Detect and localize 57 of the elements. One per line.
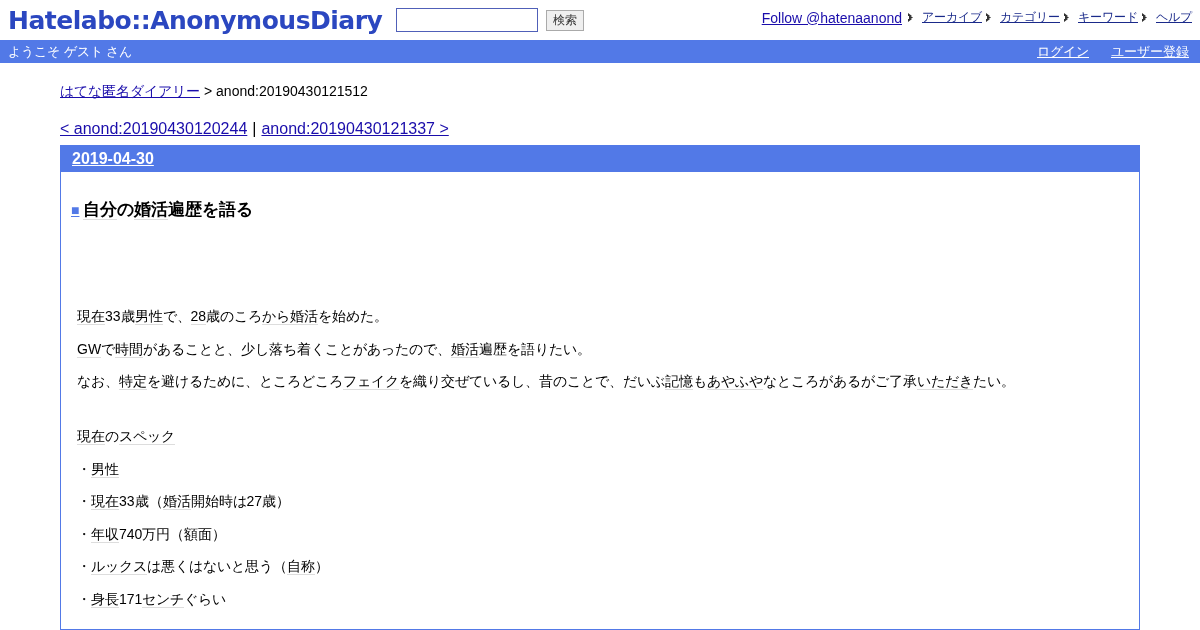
keyword-link[interactable]: 現在 <box>77 428 105 445</box>
keyword-link[interactable]: 男性 <box>134 308 163 325</box>
welcome-text: ようこそ ゲスト さん <box>8 42 133 61</box>
chevron-icon <box>986 13 992 22</box>
nav-link[interactable]: キーワード <box>1078 9 1138 26</box>
keyword-link[interactable]: から <box>262 308 291 325</box>
keyword-link[interactable]: 現在 <box>77 308 105 325</box>
search-field[interactable] <box>396 8 539 32</box>
breadcrumb-link[interactable]: はてな匿名ダイアリー <box>60 83 200 101</box>
paragraph: 現在33歳男性で、28歳のころから婚活を始めた。 <box>77 307 390 326</box>
keyword-link[interactable]: 時間 <box>115 340 144 358</box>
keyword-link[interactable]: スペック <box>119 428 175 445</box>
search-button[interactable]: 検索 <box>546 9 585 31</box>
site-logo[interactable]: Hatelabo::AnonymousDiary <box>8 5 383 35</box>
keyword-link[interactable]: あやふや <box>707 373 763 390</box>
chevron-icon <box>1142 13 1148 22</box>
paragraph: なお、特定を避けるために、ところどころ フェイク を織り交ぜているし、昔のことで、だいぶ記憶も あやふやなところがあるがご了承いただき たい。 <box>77 372 1016 391</box>
keyword-link[interactable]: いただき <box>917 373 973 390</box>
nav-link[interactable]: アーカイブ <box>922 9 982 26</box>
account-link[interactable]: ユーザー登録 <box>1111 42 1189 61</box>
chevron-icon <box>1064 13 1070 22</box>
keyword-link[interactable]: 婚活 <box>162 493 191 510</box>
nav-link[interactable]: ヘルプ <box>1156 9 1192 26</box>
keyword-link[interactable]: 自分 <box>83 200 118 220</box>
keyword-link[interactable]: 28 <box>190 308 207 325</box>
keyword-link[interactable]: 婚活 <box>134 200 169 220</box>
account-link[interactable]: ログイン <box>1037 42 1089 61</box>
next-link[interactable]: anond:20190430121337 > <box>261 120 449 138</box>
paragraph: ・身長171センチ ぐらい <box>77 589 228 609</box>
permalink-marker[interactable]: ■ <box>71 201 80 218</box>
keyword-link[interactable]: 現在 <box>91 493 119 510</box>
paragraph: GWで時間があることと、少し落ち着くことがあったので、婚活遍歴を語りたい。 <box>77 339 593 359</box>
paragraph: ・男性 <box>77 459 120 479</box>
keyword-link[interactable]: 記憶 <box>665 373 693 390</box>
chevron-icon <box>908 13 914 22</box>
keyword-link[interactable]: 身長 <box>91 590 119 608</box>
nav-link[interactable]: カテゴリー <box>1000 9 1060 26</box>
entry-title: 自分の婚活遍歴を語る <box>83 199 254 221</box>
previous-link[interactable]: < anond:20190430120244 <box>60 120 248 138</box>
keyword-link[interactable]: ルックス <box>91 558 147 575</box>
keyword-link[interactable]: 婚活 <box>290 308 319 325</box>
paragraph: ・年収740万円（額面） <box>77 524 228 544</box>
paragraph: ・ルックス は悪くはないと思う（自称） <box>77 557 330 576</box>
keyword-link[interactable]: センチ <box>142 590 185 608</box>
keyword-link[interactable]: 特定 <box>119 373 147 390</box>
keyword-link[interactable]: 自称 <box>287 558 315 575</box>
keyword-link[interactable]: GW <box>77 340 102 358</box>
paragraph: ・現在33歳（婚活開始時は27歳） <box>77 492 292 511</box>
pager-separator: | <box>252 120 257 138</box>
keyword-link[interactable]: 男性 <box>91 460 119 478</box>
breadcrumb-current: > anond:20190430121512 <box>204 83 368 101</box>
keyword-link[interactable]: 年収 <box>91 525 119 543</box>
follow-link[interactable]: Follow @hatenaanond <box>761 9 902 26</box>
keyword-link[interactable]: フェイク <box>343 373 399 390</box>
date-link[interactable]: 2019-04-30 <box>72 150 154 168</box>
keyword-link[interactable]: 婚活 <box>451 340 480 358</box>
paragraph: 現在のスペック <box>77 427 176 446</box>
